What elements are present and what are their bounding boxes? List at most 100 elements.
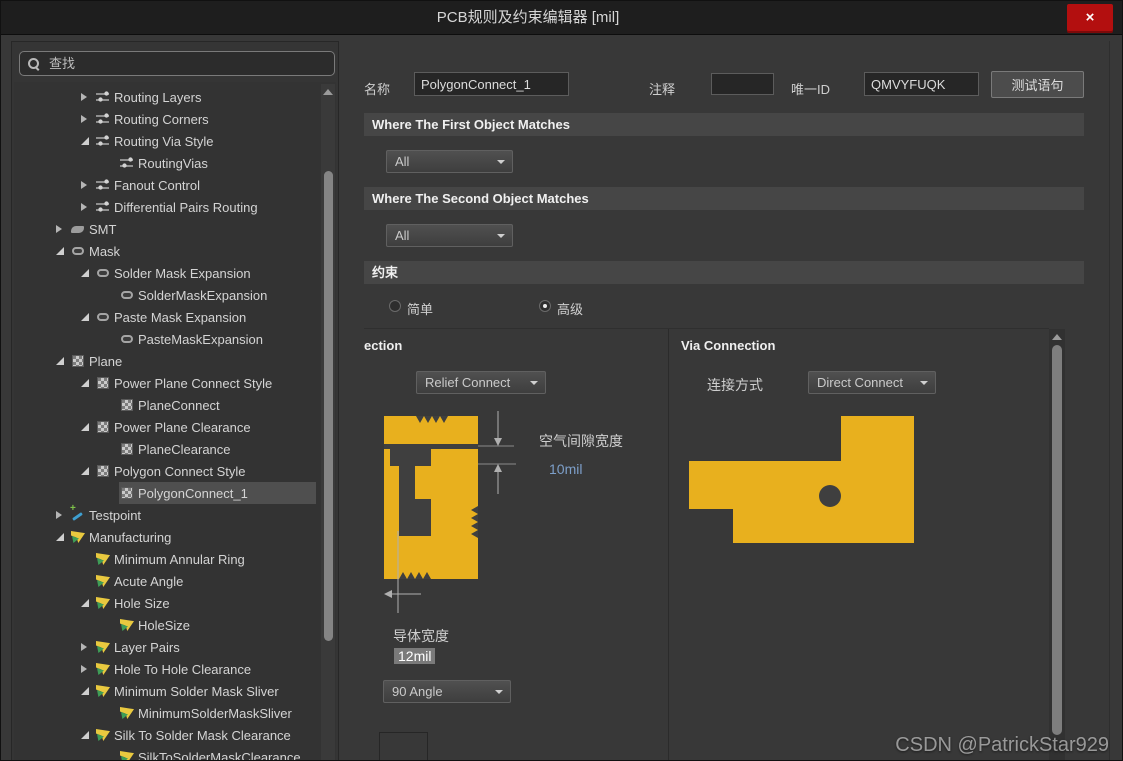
tree-item[interactable]: Hole Size [14, 592, 336, 614]
collapse-arrow-icon[interactable] [81, 376, 95, 390]
tree-item[interactable]: Routing Via Style [14, 130, 336, 152]
dialog-title: PCB规则及约束编辑器 [mil] [437, 1, 620, 34]
conductor-width-value[interactable]: 12mil [394, 648, 435, 664]
tree-item[interactable]: Paste Mask Expansion [14, 306, 336, 328]
constraints-scrollbar-thumb[interactable] [1052, 345, 1062, 735]
routing-icon [95, 133, 111, 149]
tree-item[interactable]: Minimum Solder Mask Sliver [14, 680, 336, 702]
tree-item[interactable]: Routing Corners [14, 108, 336, 130]
tree-item[interactable]: Manufacturing [14, 526, 336, 548]
close-icon: × [1086, 9, 1095, 26]
collapse-arrow-icon[interactable] [81, 266, 95, 280]
tree-item[interactable]: PasteMaskExpansion [14, 328, 336, 350]
radio-advanced[interactable] [539, 300, 551, 312]
tree-item[interactable]: Differential Pairs Routing [14, 196, 336, 218]
corner-angle-dropdown[interactable]: 90 Angle [383, 680, 511, 703]
tree-item[interactable]: Routing Layers [14, 86, 336, 108]
tree-item[interactable]: Plane [14, 350, 336, 372]
second-match-dropdown[interactable]: All [386, 224, 513, 247]
tree-item[interactable]: Silk To Solder Mask Clearance [14, 724, 336, 746]
chevron-down-icon [920, 381, 928, 385]
tree-item[interactable]: Testpoint [14, 504, 336, 526]
tree-item-label: SMT [89, 222, 116, 237]
tree-item[interactable]: Layer Pairs [14, 636, 336, 658]
tree-item[interactable]: Hole To Hole Clearance [14, 658, 336, 680]
routing-icon [95, 89, 111, 105]
collapse-arrow-icon[interactable] [56, 354, 70, 368]
tree-item[interactable]: PolygonConnect_1 [14, 482, 336, 504]
conductor-width-label: 导体宽度 [393, 626, 449, 646]
expand-arrow-icon[interactable] [81, 200, 95, 214]
tree-item[interactable]: PlaneConnect [14, 394, 336, 416]
expand-arrow-icon[interactable] [81, 112, 95, 126]
unique-id-input[interactable] [864, 72, 979, 96]
tree-item[interactable]: Power Plane Connect Style [14, 372, 336, 394]
tree-item-label: MinimumSolderMaskSliver [138, 706, 292, 721]
tree-item[interactable]: HoleSize [14, 614, 336, 636]
expand-arrow-icon[interactable] [81, 178, 95, 192]
via-mode-dropdown[interactable]: Direct Connect [808, 371, 936, 394]
tree-item-label: Paste Mask Expansion [114, 310, 246, 325]
tree-item[interactable]: SMT [14, 218, 336, 240]
collapse-arrow-icon[interactable] [81, 134, 95, 148]
collapse-arrow-icon[interactable] [81, 420, 95, 434]
collapse-arrow-icon[interactable] [81, 728, 95, 742]
mask-icon [70, 243, 86, 259]
expand-arrow-icon[interactable] [56, 508, 70, 522]
tree-item[interactable]: SolderMaskExpansion [14, 284, 336, 306]
scroll-up-icon[interactable] [323, 89, 333, 95]
tree-item-label: Power Plane Connect Style [114, 376, 272, 391]
tree-scrollbar-thumb[interactable] [324, 171, 333, 641]
search-input[interactable] [47, 55, 327, 72]
tree-item[interactable]: Solder Mask Expansion [14, 262, 336, 284]
search-box[interactable] [19, 51, 335, 76]
tree-item[interactable]: SilkToSolderMaskClearance [14, 746, 336, 761]
expand-arrow-icon[interactable] [81, 640, 95, 654]
tree-item[interactable]: RoutingVias [14, 152, 336, 174]
connect-style-dropdown[interactable]: Relief Connect [416, 371, 546, 394]
scroll-up-icon[interactable] [1052, 334, 1062, 340]
tree-item[interactable]: Fanout Control [14, 174, 336, 196]
chevron-down-icon [530, 381, 538, 385]
second-match-value: All [395, 225, 409, 246]
partial-diagram-box [379, 732, 428, 761]
constraints-scrollbar[interactable] [1049, 329, 1065, 761]
test-query-button[interactable]: 测试语句 [991, 71, 1084, 98]
collapse-arrow-icon[interactable] [81, 684, 95, 698]
expand-arrow-icon[interactable] [81, 90, 95, 104]
first-match-dropdown[interactable]: All [386, 150, 513, 173]
radio-simple[interactable] [389, 300, 401, 312]
tree-item[interactable]: PlaneClearance [14, 438, 336, 460]
tree-item-label: HoleSize [138, 618, 190, 633]
tree-item-label: Solder Mask Expansion [114, 266, 251, 281]
mask-icon [95, 265, 111, 281]
tree-item[interactable]: Minimum Annular Ring [14, 548, 336, 570]
collapse-arrow-icon[interactable] [81, 596, 95, 610]
expand-arrow-icon[interactable] [81, 662, 95, 676]
collapse-arrow-icon[interactable] [56, 244, 70, 258]
tree-item-label: Testpoint [89, 508, 141, 523]
expand-arrow-icon[interactable] [56, 222, 70, 236]
air-gap-value[interactable]: 10mil [549, 461, 582, 477]
tree-item-label: Acute Angle [114, 574, 183, 589]
tree-item[interactable]: Polygon Connect Style [14, 460, 336, 482]
routing-icon [95, 199, 111, 215]
collapse-arrow-icon[interactable] [81, 310, 95, 324]
tree-item[interactable]: Power Plane Clearance [14, 416, 336, 438]
plane-icon [70, 353, 86, 369]
manufacturing-icon [95, 595, 111, 611]
unique-id-label: 唯一ID [791, 79, 830, 98]
close-button[interactable]: × [1067, 4, 1113, 31]
tree-item[interactable]: Acute Angle [14, 570, 336, 592]
comment-input[interactable] [711, 73, 774, 95]
pcb-rules-editor-dialog: PCB规则及约束编辑器 [mil] × Routing Layers Routin… [0, 0, 1123, 761]
tree-scrollbar[interactable] [321, 84, 335, 761]
collapse-arrow-icon[interactable] [56, 530, 70, 544]
name-input[interactable] [414, 72, 569, 96]
tree-item[interactable]: Mask [14, 240, 336, 262]
collapse-arrow-icon[interactable] [81, 464, 95, 478]
tree-item[interactable]: MinimumSolderMaskSliver [14, 702, 336, 724]
first-match-value: All [395, 151, 409, 172]
tree-item-label: SolderMaskExpansion [138, 288, 267, 303]
tree-item-label: Routing Layers [114, 90, 201, 105]
